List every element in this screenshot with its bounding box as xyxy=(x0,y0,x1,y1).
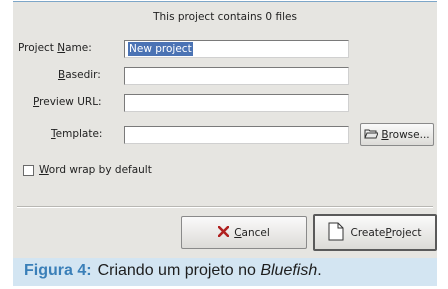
basedir-input[interactable] xyxy=(124,67,349,85)
cancel-button[interactable]: Cancel xyxy=(181,216,307,249)
preview-url-input[interactable] xyxy=(124,94,349,112)
figure-caption: Figura 4: Criando um projeto no Bluefish. xyxy=(24,262,322,279)
project-dialog: This project contains 0 files Project Na… xyxy=(13,2,437,258)
cancel-x-icon xyxy=(217,225,230,240)
project-name-value: New project xyxy=(128,42,193,56)
figure-number: Figura 4: xyxy=(24,262,92,279)
folder-icon xyxy=(364,128,380,142)
project-name-label: Project Name: xyxy=(18,42,92,54)
word-wrap-checkbox[interactable] xyxy=(23,165,34,176)
app-name: Bluefish xyxy=(260,262,318,279)
word-wrap-label: Word wrap by default xyxy=(39,164,152,176)
basedir-label: Basedir: xyxy=(58,69,101,81)
project-name-input[interactable]: New project xyxy=(124,40,349,58)
dialog-separator xyxy=(17,206,433,208)
browse-button[interactable]: Browse... xyxy=(360,123,434,146)
new-document-icon xyxy=(328,222,344,244)
create-project-button[interactable]: Create Project xyxy=(313,214,437,251)
project-status-text: This project contains 0 files xyxy=(153,11,297,23)
template-label: Template: xyxy=(51,128,103,140)
figure-caption-bar: Figura 4: Criando um projeto no Bluefish. xyxy=(13,258,437,286)
template-input[interactable] xyxy=(124,126,349,144)
preview-url-label: Preview URL: xyxy=(33,96,102,108)
